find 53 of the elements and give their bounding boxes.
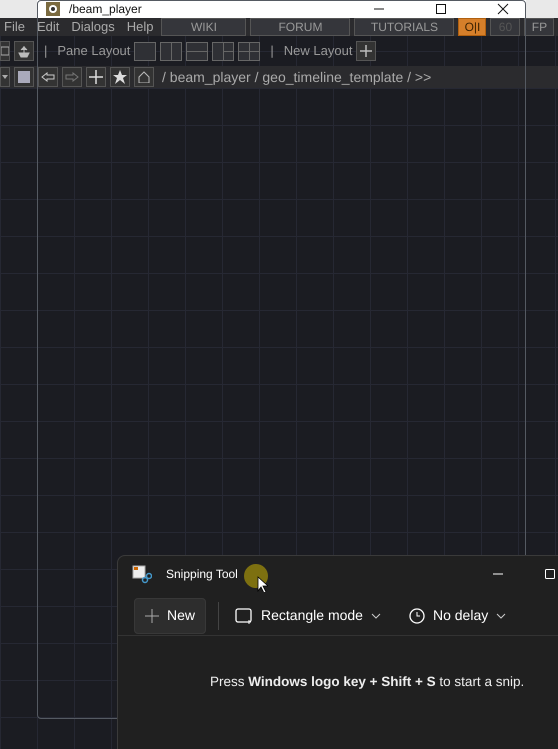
perform-toggle[interactable]: O|I [458, 18, 486, 36]
menu-item[interactable]: Dialogs [67, 17, 119, 37]
menu-item[interactable]: Edit [32, 17, 64, 37]
cursor-highlight-drawing [244, 564, 268, 592]
plus-icon [360, 45, 372, 57]
close-icon[interactable] [496, 2, 510, 16]
scissors-icon [132, 564, 152, 584]
toolbar-separator: | [270, 42, 274, 60]
ship-button[interactable] [14, 41, 34, 61]
home-button[interactable] [134, 67, 154, 87]
header-button[interactable]: FORUM [250, 18, 350, 36]
home-icon [138, 71, 150, 83]
forward-arrow-icon [65, 72, 79, 82]
delay-dropdown[interactable]: No delay [404, 605, 510, 626]
snipping-tool-title: Snipping Tool [166, 566, 238, 583]
layout-button[interactable] [238, 42, 260, 60]
fp-label: FP [524, 18, 554, 36]
menu-item[interactable]: File [0, 17, 29, 37]
add-layout-button[interactable] [356, 41, 376, 61]
resize-icon [1, 45, 9, 57]
stop-button[interactable] [14, 67, 34, 87]
layout-button[interactable] [134, 42, 156, 60]
header-button[interactable]: TUTORIALS [354, 18, 454, 36]
layout-button[interactable] [212, 42, 234, 60]
snip-instruction: Press Windows logo key + Shift + S to start a snip. [209, 673, 526, 691]
maximize-icon[interactable] [434, 2, 448, 16]
dropdown-button[interactable] [0, 67, 10, 87]
layout-button[interactable] [186, 42, 208, 60]
plus-icon [89, 70, 103, 84]
menu-item[interactable]: Help [122, 17, 158, 37]
header-button[interactable]: WIKI [161, 18, 246, 36]
new-snip-button[interactable]: New [134, 598, 206, 634]
mode-dropdown[interactable]: Rectangle mode [231, 605, 385, 626]
back-arrow-icon [41, 72, 55, 82]
ship-icon [17, 44, 31, 58]
maximize-icon[interactable] [544, 568, 556, 580]
bookmark-button[interactable] [110, 67, 130, 87]
window-title: /beam_player [69, 1, 142, 18]
chevron-down-icon [496, 612, 506, 618]
toolbar-separator: | [44, 42, 48, 60]
rectangle-icon [235, 608, 254, 624]
caret-icon [2, 75, 8, 79]
pane-button[interactable] [0, 41, 10, 61]
back-button[interactable] [38, 67, 58, 87]
plus-icon [145, 608, 159, 622]
new-layout-label: New Layout [284, 42, 352, 60]
clock-icon [408, 608, 425, 624]
layout-button[interactable] [160, 42, 182, 60]
pane-layout-label: Pane Layout [57, 42, 130, 60]
stop-icon [18, 71, 30, 83]
chevron-down-icon [370, 612, 381, 618]
star-icon [113, 70, 127, 84]
add-button[interactable] [86, 67, 106, 87]
